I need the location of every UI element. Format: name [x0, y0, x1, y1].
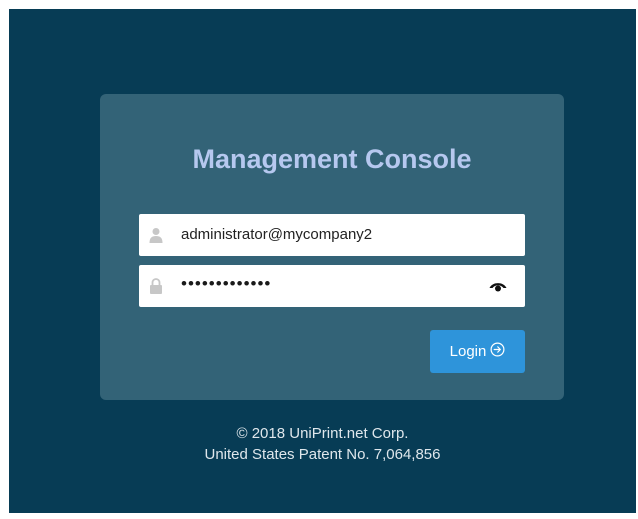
page-title: Management Console — [192, 144, 472, 174]
copyright-text: © 2018 UniPrint.net Corp. — [236, 425, 409, 442]
login-button-label: Login — [449, 343, 487, 360]
password-field[interactable]: ••••••••••••• — [139, 265, 525, 307]
eye-icon[interactable] — [489, 279, 507, 293]
lock-icon — [149, 278, 163, 294]
footer: © 2018 UniPrint.net Corp. United States … — [9, 423, 636, 465]
username-field[interactable]: administrator@mycompany2 — [139, 214, 525, 256]
login-card: Management Console administrator@mycompa… — [100, 94, 564, 400]
username-value: administrator@mycompany2 — [181, 226, 373, 243]
login-button[interactable]: Login — [430, 330, 525, 373]
password-value: ••••••••••••• — [181, 274, 272, 293]
arrow-circle-right-icon — [490, 342, 505, 361]
patent-text: United States Patent No. 7,064,856 — [204, 446, 441, 463]
user-icon — [149, 227, 163, 243]
login-screen: Management Console administrator@mycompa… — [9, 9, 636, 513]
